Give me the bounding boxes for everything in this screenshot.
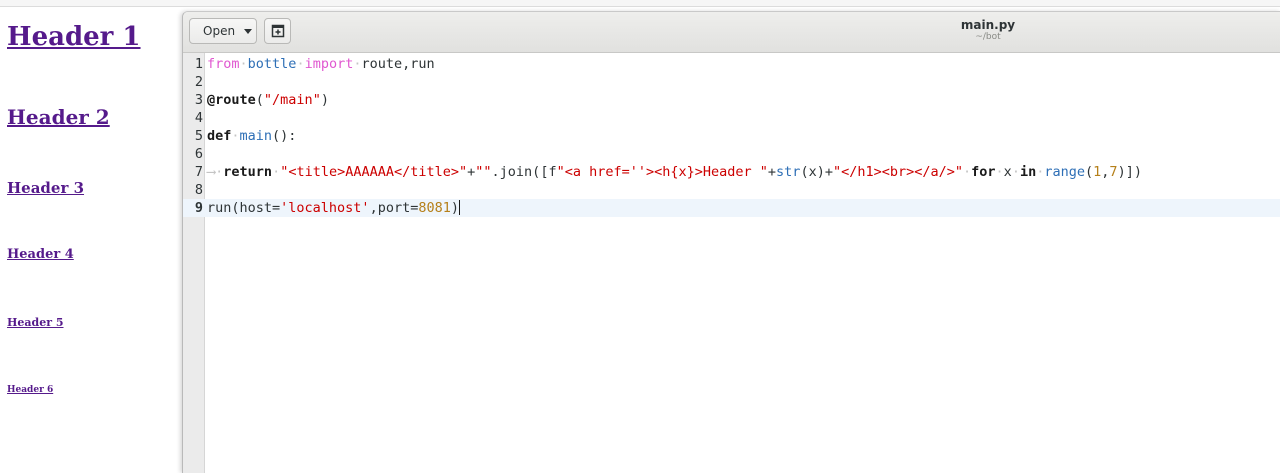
browser-top-edge [0,0,1280,7]
code-line: 5 def·main(): [183,127,1280,145]
file-name: main.py [960,18,1016,32]
code-text: ⟶·return·"<title>AAAAAA</title>"+"".join… [207,164,1142,180]
line-number: 4 [194,110,203,126]
header-3-link[interactable]: Header 3 [7,179,84,197]
code-line: 1 from·bottle·import·route,run [183,55,1280,73]
open-button[interactable]: Open [189,18,257,44]
open-button-label: Open [203,24,236,38]
code-line: 2 [183,73,1280,91]
new-document-button[interactable] [264,18,291,44]
code-area[interactable]: 1 from·bottle·import·route,run 2 3 @rout… [183,53,1280,473]
header-1-link[interactable]: Header 1 [7,22,141,52]
code-text: run(host='localhost',port=8081) [207,200,460,216]
line-number: 2 [194,74,203,90]
line-number: 3 [194,92,203,108]
code-line-current: 9 run(host='localhost',port=8081) [183,199,1280,217]
editor-headerbar: Open main.py ~/bot [183,12,1280,53]
line-number: 9 [194,200,203,216]
line-number: 6 [194,146,203,162]
window-title: main.py ~/bot [928,18,1048,43]
chevron-down-icon [244,28,253,34]
text-cursor [459,200,460,215]
line-number: 8 [194,182,203,198]
line-number: 1 [194,56,203,72]
tab-indent-icon: ⟶ [207,164,216,180]
line-number: 7 [194,164,203,180]
code-text: @route("/main") [207,92,329,108]
header-6-link[interactable]: Header 6 [7,385,53,395]
code-line: 8 [183,181,1280,199]
code-line: 3 @route("/main") [183,91,1280,109]
header-2-link[interactable]: Header 2 [7,105,110,129]
file-path: ~/bot [975,32,1001,42]
text-editor-window: Open main.py ~/bot 1 from·bottle·import·… [182,11,1280,473]
code-line: 4 [183,109,1280,127]
line-number: 5 [194,128,203,144]
code-text: def·main(): [207,128,297,144]
code-line: 6 [183,145,1280,163]
code-line: 7 ⟶·return·"<title>AAAAAA</title>"+"".jo… [183,163,1280,181]
new-document-icon [271,24,284,38]
header-4-link[interactable]: Header 4 [7,247,74,262]
code-text: from·bottle·import·route,run [207,56,435,72]
rendered-page: Header 1 Header 2 Header 3 Header 4 Head… [0,7,182,472]
header-5-link[interactable]: Header 5 [7,316,64,329]
